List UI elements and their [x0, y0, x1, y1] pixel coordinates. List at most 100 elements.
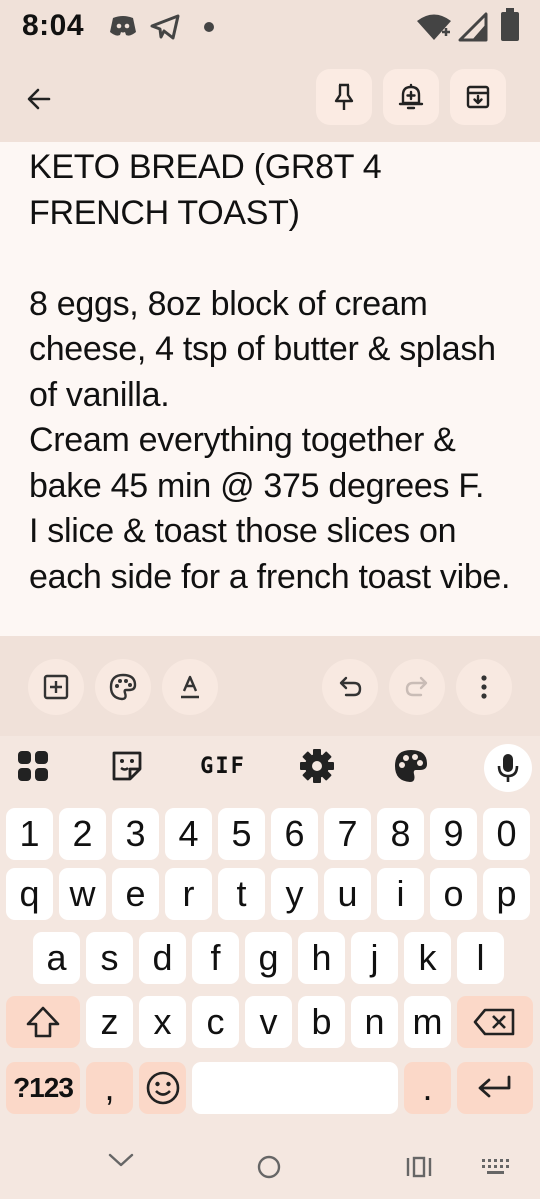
- key-6[interactable]: 6: [271, 808, 318, 860]
- reminder-bell-icon: [398, 83, 424, 110]
- symbols-key[interactable]: ?123: [6, 1062, 80, 1114]
- key-0[interactable]: 0: [483, 808, 530, 860]
- key-u[interactable]: u: [324, 868, 371, 920]
- status-time: 8:04: [22, 9, 85, 42]
- home-button[interactable]: [257, 1155, 281, 1184]
- key-n[interactable]: n: [351, 996, 398, 1048]
- undo-icon: [339, 676, 362, 697]
- hide-keyboard-button[interactable]: [107, 1150, 135, 1175]
- dot-icon: [203, 20, 215, 38]
- backspace-icon: [473, 1008, 515, 1036]
- comma-key[interactable]: ,: [86, 1062, 133, 1114]
- key-h[interactable]: h: [298, 932, 345, 984]
- key-a[interactable]: a: [33, 932, 80, 984]
- key-3[interactable]: 3: [112, 808, 159, 860]
- key-g[interactable]: g: [245, 932, 292, 984]
- backspace-key[interactable]: [457, 996, 533, 1048]
- settings-gear-icon: [300, 749, 334, 783]
- signal-icon: [458, 12, 488, 47]
- edit-toolbar: [0, 636, 540, 736]
- redo-icon: [405, 676, 428, 697]
- archive-icon: [466, 85, 490, 109]
- key-i[interactable]: i: [377, 868, 424, 920]
- emoji-icon: [146, 1071, 179, 1105]
- status-bar: 8:04: [0, 0, 540, 52]
- key-4[interactable]: 4: [165, 808, 212, 860]
- keyboard-switch-icon: [482, 1159, 509, 1174]
- recents-icon: [406, 1156, 432, 1178]
- sticker-button[interactable]: [106, 744, 148, 788]
- key-f[interactable]: f: [192, 932, 239, 984]
- reminder-button[interactable]: [383, 69, 439, 125]
- key-p[interactable]: p: [483, 868, 530, 920]
- note-body-text[interactable]: KETO BREAD (GR8T 4 FRENCH TOAST) 8 eggs,…: [29, 145, 529, 600]
- more-options-button[interactable]: [456, 659, 512, 715]
- key-b[interactable]: b: [298, 996, 345, 1048]
- shift-key[interactable]: [6, 996, 80, 1048]
- background-options-button[interactable]: [95, 659, 151, 715]
- key-j[interactable]: j: [351, 932, 398, 984]
- key-o[interactable]: o: [430, 868, 477, 920]
- mic-icon: [497, 754, 519, 782]
- apps-grid-icon: [18, 751, 48, 781]
- space-key[interactable]: [192, 1062, 398, 1114]
- undo-button[interactable]: [322, 659, 378, 715]
- voice-input-button[interactable]: [484, 744, 532, 792]
- key-m[interactable]: m: [404, 996, 451, 1048]
- key-r[interactable]: r: [165, 868, 212, 920]
- key-e[interactable]: e: [112, 868, 159, 920]
- note-toolbar: [0, 52, 540, 142]
- keyboard-settings-button[interactable]: [296, 744, 338, 788]
- key-q[interactable]: q: [6, 868, 53, 920]
- key-k[interactable]: k: [404, 932, 451, 984]
- key-5[interactable]: 5: [218, 808, 265, 860]
- key-t[interactable]: t: [218, 868, 265, 920]
- palette-icon: [109, 673, 137, 701]
- key-9[interactable]: 9: [430, 808, 477, 860]
- key-x[interactable]: x: [139, 996, 186, 1048]
- shift-icon: [26, 1006, 60, 1038]
- recents-button[interactable]: [405, 1155, 433, 1184]
- gif-label: GIF: [200, 753, 246, 779]
- apps-grid-button[interactable]: [12, 744, 54, 788]
- more-vert-icon: [481, 675, 487, 699]
- theme-button[interactable]: [390, 744, 432, 788]
- period-key[interactable]: .: [404, 1062, 451, 1114]
- enter-icon: [478, 1075, 511, 1098]
- telegram-icon: [150, 14, 180, 45]
- text-format-button[interactable]: [162, 659, 218, 715]
- enter-key[interactable]: [457, 1062, 533, 1114]
- battery-icon: [500, 8, 520, 47]
- key-y[interactable]: y: [271, 868, 318, 920]
- add-content-button[interactable]: [28, 659, 84, 715]
- key-7[interactable]: 7: [324, 808, 371, 860]
- note-editor[interactable]: KETO BREAD (GR8T 4 FRENCH TOAST) 8 eggs,…: [0, 142, 540, 636]
- key-l[interactable]: l: [457, 932, 504, 984]
- pin-icon: [334, 83, 354, 110]
- home-circle-icon: [257, 1155, 281, 1179]
- redo-button[interactable]: [389, 659, 445, 715]
- wifi-icon: [416, 12, 452, 47]
- key-v[interactable]: v: [245, 996, 292, 1048]
- key-1[interactable]: 1: [6, 808, 53, 860]
- sticker-icon: [112, 751, 142, 781]
- back-button[interactable]: [14, 74, 64, 124]
- add-box-icon: [43, 674, 69, 700]
- key-z[interactable]: z: [86, 996, 133, 1048]
- key-8[interactable]: 8: [377, 808, 424, 860]
- key-2[interactable]: 2: [59, 808, 106, 860]
- emoji-key[interactable]: [139, 1062, 186, 1114]
- key-d[interactable]: d: [139, 932, 186, 984]
- archive-button[interactable]: [450, 69, 506, 125]
- pin-button[interactable]: [316, 69, 372, 125]
- theme-palette-icon: [395, 750, 427, 782]
- back-arrow-icon: [27, 88, 51, 110]
- text-format-icon: [181, 675, 199, 699]
- hide-keyboard-chevron-icon: [108, 1153, 134, 1167]
- key-c[interactable]: c: [192, 996, 239, 1048]
- keyboard-switch-button[interactable]: [480, 1157, 510, 1182]
- key-s[interactable]: s: [86, 932, 133, 984]
- key-w[interactable]: w: [59, 868, 106, 920]
- gif-button[interactable]: GIF: [196, 744, 250, 788]
- keyboard: GIF 1 2 3 4 5 6 7 8 9 0 q w e r t y u i …: [0, 736, 540, 1199]
